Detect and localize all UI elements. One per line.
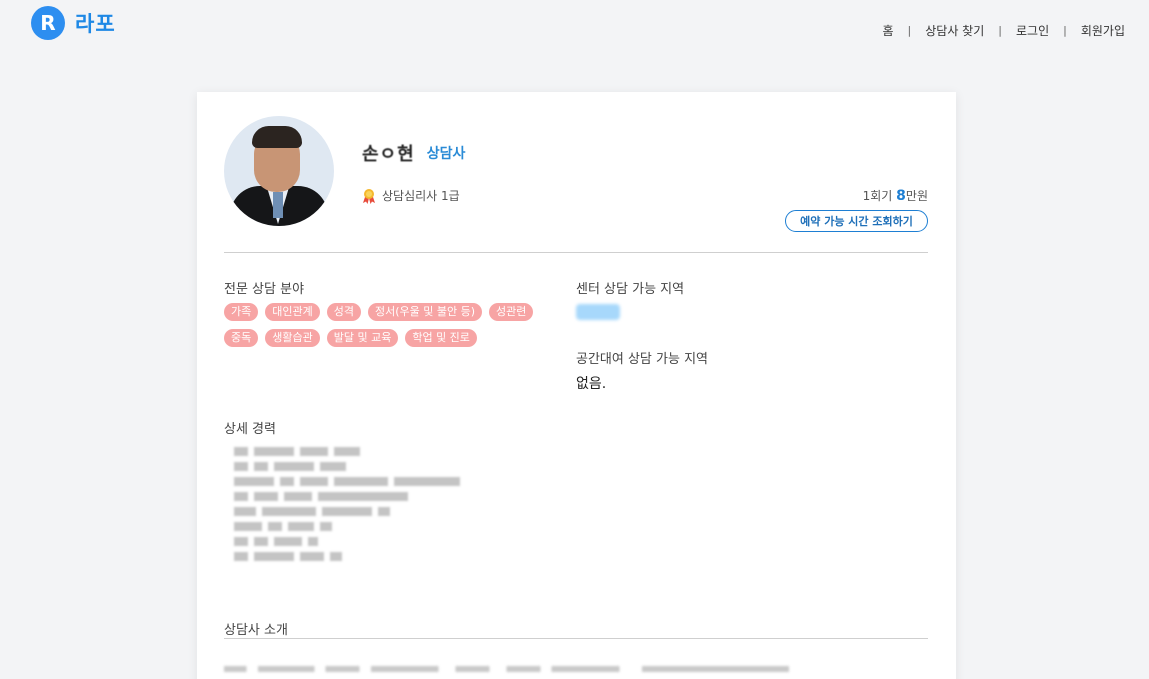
career-row <box>234 492 494 501</box>
logo-text: 라포 <box>75 12 116 36</box>
career-row <box>234 507 494 516</box>
career-list <box>234 447 494 567</box>
top-header: R 라포 홈 | 상담사 찾기 | 로그인 | 회원가입 <box>0 0 1149 60</box>
intro-title: 상담사 소개 <box>224 623 288 638</box>
career-row <box>234 522 494 531</box>
career-row <box>234 477 494 486</box>
specialty-tag: 정서(우울 및 불안 등) <box>367 303 483 321</box>
nav-separator: | <box>998 24 1002 37</box>
center-region-title: 센터 상담 가능 지역 <box>576 282 685 297</box>
career-row <box>234 537 494 546</box>
career-row <box>234 447 494 456</box>
nav-separator: | <box>1063 24 1067 37</box>
price-prefix: 1회기 <box>862 189 897 203</box>
specialty-tag: 가족 <box>224 303 259 321</box>
intro-text-redacted <box>224 666 789 672</box>
session-price: 1회기 8만원 <box>863 187 928 204</box>
logo-icon: R <box>31 6 65 40</box>
avatar-hair <box>252 126 302 148</box>
specialty-title: 전문 상담 분야 <box>224 282 305 297</box>
certificate: 상담심리사 1급 <box>362 187 460 204</box>
profile-divider <box>224 252 928 253</box>
rental-region-value: 없음. <box>576 376 607 392</box>
price-unit: 만원 <box>905 189 928 203</box>
specialty-tag: 성관련 <box>489 303 534 321</box>
price-amount: 8 <box>896 188 906 204</box>
top-nav: 홈 | 상담사 찾기 | 로그인 | 회원가입 <box>882 22 1125 39</box>
counselor-name: 손ㅇ현 <box>362 144 415 165</box>
specialty-tag: 학업 및 진로 <box>405 329 477 347</box>
nav-separator: | <box>907 24 912 37</box>
counselor-role: 상담사 <box>426 146 466 162</box>
specialty-tags: 가족 대인관계 성격 정서(우울 및 불안 등) 성관련 중독 생활습관 발달 … <box>224 303 554 347</box>
career-row <box>234 462 494 471</box>
avatar <box>224 116 334 226</box>
nav-login-link[interactable]: 로그인 <box>1016 22 1049 39</box>
nav-home-link[interactable]: 홈 <box>882 22 893 39</box>
career-row <box>234 552 494 561</box>
specialty-tag: 대인관계 <box>265 303 320 321</box>
specialty-tag: 생활습관 <box>265 329 320 347</box>
specialty-tag: 성격 <box>326 303 361 321</box>
certificate-label: 상담심리사 1급 <box>382 189 460 203</box>
nav-signup-link[interactable]: 회원가입 <box>1081 22 1125 39</box>
counselor-profile-card: 손ㅇ현 상담사 상담심리사 1급 1회기 8만원 예약 가능 시간 조회하기 전… <box>197 92 956 679</box>
specialty-tag: 중독 <box>224 329 259 347</box>
award-ribbon-icon <box>363 188 375 204</box>
logo[interactable]: R 라포 <box>31 6 116 40</box>
center-region-chip <box>576 304 620 320</box>
specialty-tag: 발달 및 교육 <box>326 329 399 347</box>
reserve-time-button[interactable]: 예약 가능 시간 조회하기 <box>785 210 928 232</box>
rental-region-title: 공간대여 상담 가능 지역 <box>576 352 708 367</box>
name-area: 손ㅇ현 상담사 <box>362 140 465 166</box>
career-title: 상세 경력 <box>224 422 276 437</box>
intro-divider <box>224 638 928 639</box>
avatar-tie <box>273 192 283 218</box>
nav-find-counselor-link[interactable]: 상담사 찾기 <box>925 22 984 39</box>
